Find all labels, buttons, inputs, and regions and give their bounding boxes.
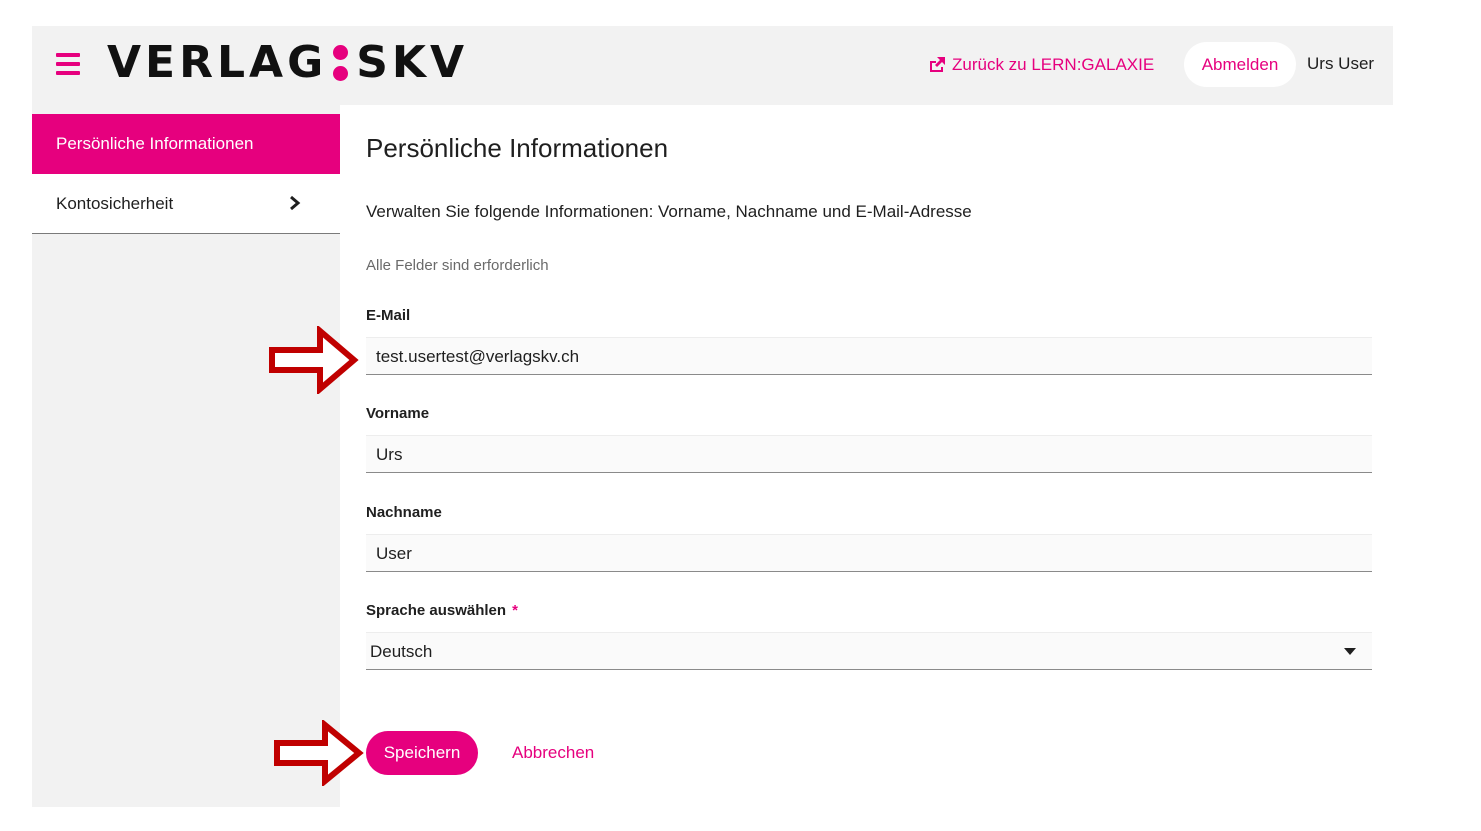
account-page: VERLAG SKV Zurück zu LERN:GALAXIE Abmeld… (32, 26, 1393, 807)
logo-dots (333, 45, 349, 81)
chevron-right-icon (290, 195, 301, 211)
email-label: E-Mail (366, 307, 411, 324)
first-name-label: Vorname (366, 405, 430, 422)
sidebar-item-label: Persönliche Informationen (56, 134, 254, 153)
external-link-icon (930, 57, 945, 72)
annotation-arrow-save-icon (274, 720, 364, 786)
user-name: Urs User (1307, 54, 1375, 73)
page-description: Verwalten Sie folgende Informationen: Vo… (366, 202, 972, 221)
language-label-text: Sprache auswählen (366, 602, 507, 619)
email-value: test.usertest@verlagskv.ch (376, 347, 580, 366)
last-name-value: User (376, 544, 412, 563)
top-header: VERLAG SKV Zurück zu LERN:GALAXIE Abmeld… (32, 26, 1393, 105)
annotation-arrow-email-icon (269, 326, 359, 394)
save-button[interactable]: Speichern (366, 731, 478, 775)
verlag-skv-logo: VERLAG SKV (107, 40, 468, 86)
sidebar: Persönliche Informationen Kontosicherhei… (32, 105, 340, 807)
cancel-button[interactable]: Abbrechen (512, 743, 594, 763)
dropdown-caret-icon (1344, 648, 1356, 655)
back-link-label: Zurück zu LERN:GALAXIE (952, 55, 1155, 74)
page-title: Persönliche Informationen (366, 133, 669, 163)
menu-icon[interactable] (56, 53, 80, 75)
first-name-value: Urs (376, 445, 403, 464)
sidebar-item-account-security[interactable]: Kontosicherheit (32, 174, 340, 234)
sidebar-item-personal-info[interactable]: Persönliche Informationen (32, 114, 340, 174)
required-fields-note: Alle Felder sind erforderlich (366, 257, 549, 274)
last-name-label: Nachname (366, 504, 442, 521)
logout-button[interactable]: Abmelden (1184, 42, 1296, 87)
logo-text-left: VERLAG (107, 37, 328, 88)
logo-text-right: SKV (356, 37, 469, 88)
back-to-lerngalaxie-link[interactable]: Zurück zu LERN:GALAXIE (928, 54, 1154, 76)
language-label: Sprache auswählen * (366, 602, 518, 619)
last-name-field[interactable]: User (366, 534, 1372, 572)
required-asterisk: * (512, 602, 518, 619)
sidebar-item-label: Kontosicherheit (56, 193, 174, 213)
first-name-field[interactable]: Urs (366, 435, 1372, 473)
language-value: Deutsch (370, 642, 433, 661)
language-select[interactable]: Deutsch (366, 632, 1372, 670)
email-field[interactable]: test.usertest@verlagskv.ch (366, 337, 1372, 375)
